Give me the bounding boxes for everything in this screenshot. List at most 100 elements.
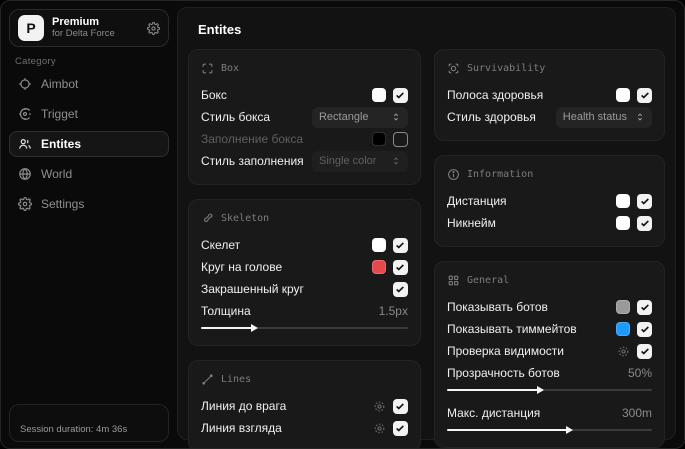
logo-subtitle: for Delta Force <box>52 27 115 39</box>
color-swatch[interactable] <box>616 216 630 230</box>
setting-label: Макс. дистанция <box>446 406 541 420</box>
checkbox-checked[interactable] <box>637 215 652 231</box>
color-swatch[interactable] <box>371 260 386 274</box>
app-window: P Premium for Delta Force Category Aimbo… <box>0 0 685 449</box>
checkbox-checked[interactable] <box>637 87 652 103</box>
checkbox-checked[interactable] <box>392 259 408 275</box>
sidebar-item-entites[interactable]: Entites <box>9 131 169 157</box>
setting-row-health-bar: Полоса здоровья <box>447 84 652 106</box>
setting-row-head-circle: Круг на голове <box>201 256 408 278</box>
box-style-dropdown[interactable]: Rectangle <box>311 106 408 128</box>
checkbox-unchecked[interactable] <box>392 131 408 147</box>
setting-label: Стиль заполнения <box>201 154 304 168</box>
gear-icon[interactable] <box>373 422 386 435</box>
card-header-label: Box <box>221 63 240 74</box>
setting-row-view-line: Линия взгляда <box>201 417 408 439</box>
bot-opacity-slider[interactable] <box>446 385 652 395</box>
setting-row-show-teammates: Показывать тиммейтов <box>447 318 652 340</box>
sidebar-item-world[interactable]: World <box>9 161 169 187</box>
sidebar-item-label: Entites <box>41 137 82 151</box>
sidebar-item-aimbot[interactable]: Aimbot <box>9 71 169 97</box>
sidebar-item-label: Trigget <box>41 107 78 121</box>
sidebar-item-trigget[interactable]: Trigget <box>9 101 169 127</box>
setting-row-bot-opacity: Прозрачность ботов 50% <box>446 364 652 395</box>
setting-label: Бокс <box>201 88 227 102</box>
slider-handle[interactable] <box>250 324 258 332</box>
card-box: Box Бокс Стиль бокса Rectangle Заполнени… <box>188 49 421 185</box>
column-left: Box Бокс Стиль бокса Rectangle Заполнени… <box>188 49 421 448</box>
checkbox-checked[interactable] <box>637 193 652 209</box>
slider-value: 50% <box>627 366 652 380</box>
sidebar: P Premium for Delta Force Category Aimbo… <box>1 1 177 448</box>
max-distance-slider[interactable] <box>446 425 652 435</box>
slider-handle[interactable] <box>537 386 545 394</box>
card-skeleton: Skeleton Скелет Круг на голове Закрашенн… <box>188 199 421 346</box>
slider-value: 300m <box>621 406 652 420</box>
info-icon <box>447 168 460 181</box>
checkbox-checked[interactable] <box>392 281 408 297</box>
sidebar-item-settings[interactable]: Settings <box>9 191 169 217</box>
setting-label: Показывать ботов <box>446 300 548 314</box>
trigger-icon <box>18 107 32 121</box>
logo-title: Premium <box>52 16 100 29</box>
page-title: Entites <box>198 22 242 37</box>
card-general: General Показывать ботов Показывать тимм… <box>433 261 665 448</box>
app-logo: P <box>18 15 44 41</box>
thickness-slider[interactable] <box>201 323 408 333</box>
color-swatch[interactable] <box>616 300 630 314</box>
health-style-dropdown[interactable]: Health status <box>555 106 652 128</box>
card-header-label: Lines <box>221 374 252 385</box>
color-swatch[interactable] <box>371 132 386 146</box>
dropdown-value: Health status <box>562 111 627 123</box>
gear-icon[interactable] <box>373 400 386 413</box>
setting-row-filled-circle: Закрашенный круг <box>201 278 408 300</box>
checkbox-checked[interactable] <box>637 299 652 315</box>
box-corners-icon <box>201 62 214 75</box>
checkbox-checked[interactable] <box>392 237 408 253</box>
setting-label: Линия взгляда <box>201 421 282 435</box>
setting-row-fill-style: Стиль заполнения Single color <box>201 150 408 172</box>
card-header-label: Survivability <box>466 63 546 74</box>
fill-style-dropdown[interactable]: Single color <box>311 150 408 172</box>
card-survivability: Survivability Полоса здоровья Стиль здор… <box>433 49 665 141</box>
color-swatch[interactable] <box>371 238 386 252</box>
gear-icon[interactable] <box>617 345 630 358</box>
checkbox-checked[interactable] <box>392 420 408 436</box>
dropdown-value: Single color <box>318 155 377 167</box>
setting-label: Прозрачность ботов <box>446 366 560 380</box>
line-icon <box>201 373 214 386</box>
color-swatch[interactable] <box>616 194 630 208</box>
crosshair-icon <box>18 77 32 91</box>
setting-label: Полоса здоровья <box>446 88 544 102</box>
sidebar-item-label: Settings <box>41 197 85 211</box>
gear-icon <box>18 197 32 211</box>
setting-label: Стиль здоровья <box>446 110 536 124</box>
color-swatch[interactable] <box>371 88 386 102</box>
setting-row-thickness: Толщина 1.5px <box>201 302 408 333</box>
slider-handle[interactable] <box>565 426 573 434</box>
color-swatch[interactable] <box>616 88 630 102</box>
setting-row-max-distance: Макс. дистанция 300m <box>446 404 652 435</box>
sidebar-item-label: Aimbot <box>41 77 79 91</box>
card-header-label: General <box>466 275 510 286</box>
session-duration: Session duration: 4m 36s <box>20 424 128 435</box>
setting-label: Закрашенный круг <box>201 282 304 296</box>
globe-icon <box>18 167 32 181</box>
setting-row-skeleton: Скелет <box>201 234 408 256</box>
checkbox-checked[interactable] <box>392 398 408 414</box>
checkbox-checked[interactable] <box>392 87 408 103</box>
main-panel: Entites Box Бокс Стиль бокса Rectangle З… <box>177 7 676 448</box>
card-header-label: Skeleton <box>221 213 270 224</box>
checkbox-checked[interactable] <box>637 343 652 359</box>
checkbox-checked[interactable] <box>637 321 652 337</box>
color-swatch[interactable] <box>616 322 630 336</box>
category-label: Category <box>15 56 56 67</box>
setting-row-nickname: Никнейм <box>447 212 652 234</box>
gear-icon[interactable] <box>147 21 160 35</box>
chevron-updown-icon <box>391 156 401 166</box>
chevron-updown-icon <box>391 112 401 122</box>
card-header-label: Information <box>466 169 534 180</box>
setting-row-enemy-line: Линия до врага <box>201 395 408 417</box>
chevron-updown-icon <box>635 112 645 122</box>
setting-label: Толщина <box>201 304 251 318</box>
